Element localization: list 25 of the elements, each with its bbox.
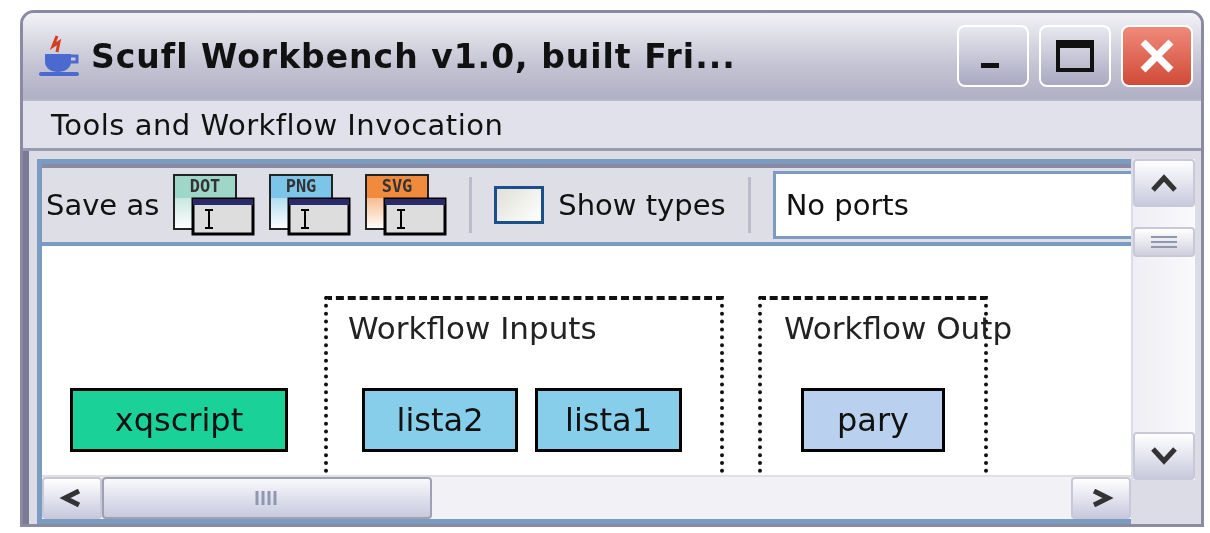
scrollbar-thumb[interactable] bbox=[1133, 227, 1195, 257]
chevron-up-icon bbox=[1151, 174, 1177, 192]
maximize-button[interactable] bbox=[1039, 25, 1111, 87]
show-types-checkbox[interactable] bbox=[494, 186, 545, 224]
save-as-label: Save as bbox=[46, 188, 160, 222]
scroll-left-button[interactable] bbox=[42, 477, 102, 519]
coffee-cup-icon bbox=[37, 34, 81, 78]
scroll-up-button[interactable] bbox=[1133, 159, 1195, 207]
window-title: Scufl Workbench v1.0, built Fri... bbox=[91, 36, 737, 76]
graph-node: lista2 bbox=[362, 388, 518, 452]
close-button[interactable] bbox=[1121, 25, 1193, 87]
scroll-right-button[interactable] bbox=[1071, 477, 1131, 519]
ports-field[interactable]: No ports bbox=[772, 171, 1131, 239]
scrollbar-thumb[interactable] bbox=[102, 477, 432, 519]
scroll-down-button[interactable] bbox=[1133, 432, 1195, 480]
graph-node: pary bbox=[801, 388, 945, 452]
cluster-label: Workflow Outp bbox=[784, 310, 1013, 346]
graph-node: lista1 bbox=[535, 388, 682, 452]
minimize-icon bbox=[981, 62, 999, 68]
graph-node: xqscript bbox=[70, 388, 288, 452]
cluster-label: Workflow Inputs bbox=[348, 310, 597, 346]
show-types-label: Show types bbox=[558, 188, 726, 222]
minimize-button[interactable] bbox=[957, 25, 1029, 87]
maximize-icon bbox=[1055, 39, 1095, 73]
chevron-down-icon bbox=[1151, 447, 1177, 465]
